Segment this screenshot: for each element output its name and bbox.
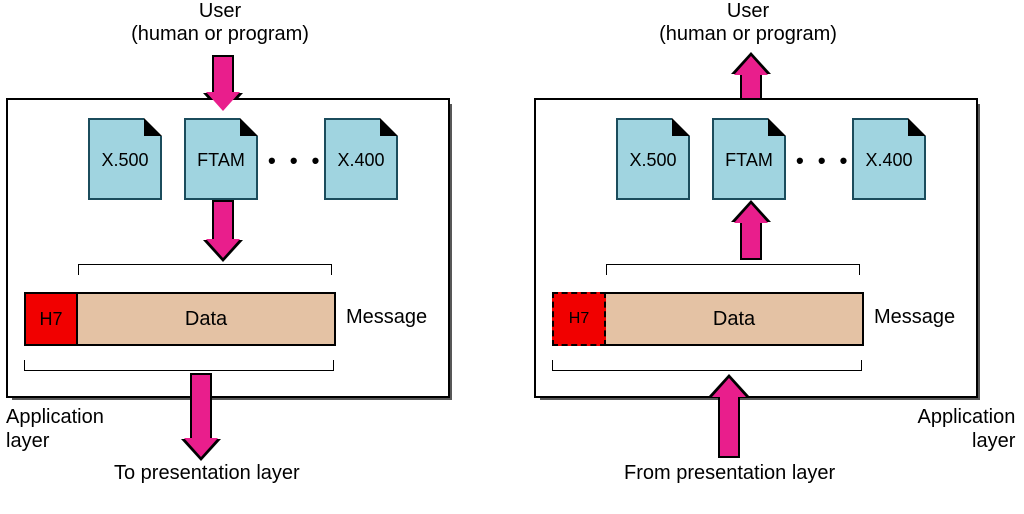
bottom-label-right: From presentation layer bbox=[624, 462, 835, 485]
arrow-to-presentation-left bbox=[190, 373, 212, 439]
bracket-bottom-right bbox=[552, 360, 862, 371]
user-text: User bbox=[727, 0, 769, 22]
data-cell-right: Data bbox=[606, 294, 862, 344]
bracket-top-right bbox=[606, 264, 860, 275]
app-line2: layer bbox=[6, 430, 49, 452]
arrow-ftam-to-data-left bbox=[212, 200, 234, 240]
message-row-right: H7 Data bbox=[604, 292, 864, 346]
app-line2: layer bbox=[916, 430, 1015, 452]
message-label-right: Message bbox=[874, 306, 955, 329]
file-label: FTAM bbox=[186, 150, 256, 171]
arrow-user-to-ftam-left bbox=[212, 55, 234, 93]
file-x500-left: X.500 bbox=[88, 118, 162, 200]
user-sub: (human or program) bbox=[131, 23, 309, 45]
user-text: User bbox=[199, 0, 241, 22]
data-cell-left: Data bbox=[78, 294, 334, 344]
file-label: X.500 bbox=[90, 150, 160, 171]
header-h7-left: H7 bbox=[26, 294, 78, 344]
file-ftam-left: FTAM bbox=[184, 118, 258, 200]
arrow-data-to-ftam-right bbox=[740, 222, 762, 260]
ellipsis-left: • • • bbox=[268, 148, 323, 174]
bracket-top-left bbox=[78, 264, 332, 275]
file-ftam-right: FTAM bbox=[712, 118, 786, 200]
app-line1: Application bbox=[6, 406, 104, 428]
message-row-left: H7 Data bbox=[24, 292, 336, 346]
application-layer-label-right: Application layer bbox=[916, 405, 1015, 453]
user-sub: (human or program) bbox=[659, 23, 837, 45]
bracket-bottom-left bbox=[24, 360, 334, 371]
application-layer-label-left: Application layer bbox=[6, 405, 104, 453]
file-label: X.400 bbox=[326, 150, 396, 171]
app-line1: Application bbox=[918, 406, 1016, 428]
file-x400-left: X.400 bbox=[324, 118, 398, 200]
file-x500-right: X.500 bbox=[616, 118, 690, 200]
file-label: X.500 bbox=[618, 150, 688, 171]
header-h7-right: H7 bbox=[552, 292, 606, 346]
file-x400-right: X.400 bbox=[852, 118, 926, 200]
ellipsis-right: • • • bbox=[796, 148, 851, 174]
user-label-right: User (human or program) bbox=[638, 0, 858, 46]
message-label-left: Message bbox=[346, 306, 427, 329]
bottom-label-left: To presentation layer bbox=[114, 462, 300, 485]
file-label: X.400 bbox=[854, 150, 924, 171]
file-label: FTAM bbox=[714, 150, 784, 171]
arrow-from-presentation-right bbox=[718, 396, 740, 458]
user-label-left: User (human or program) bbox=[110, 0, 330, 46]
